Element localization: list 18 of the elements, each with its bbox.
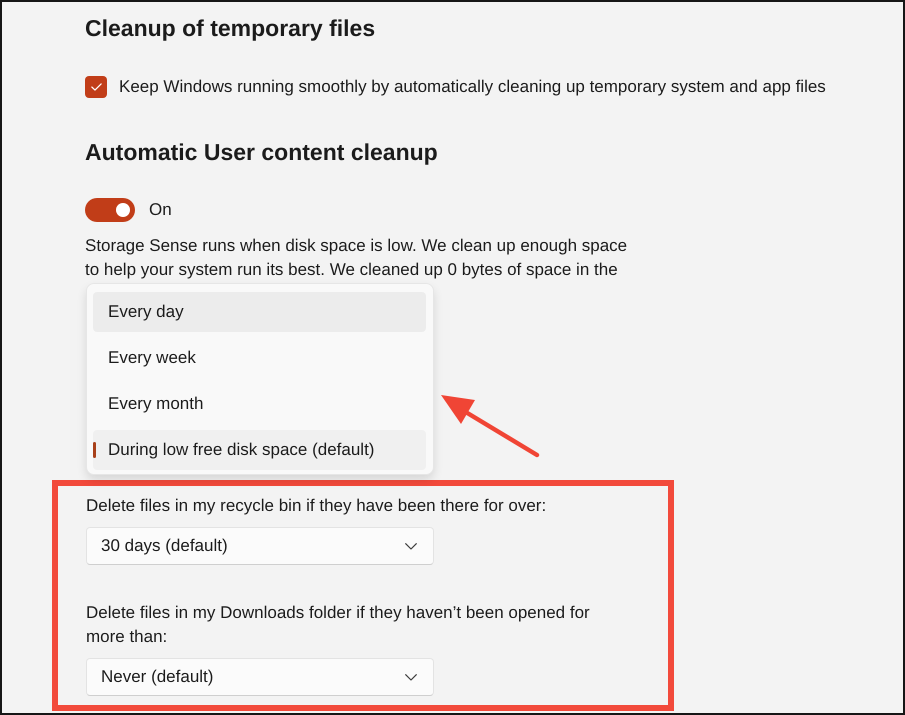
chevron-down-icon (405, 674, 417, 680)
menu-item[interactable]: Every week (93, 338, 426, 378)
toggle-label: On (149, 199, 172, 221)
checkbox[interactable] (85, 76, 107, 98)
menu-item[interactable]: Every month (93, 384, 426, 424)
section-heading: Cleanup of temporary files (85, 14, 376, 43)
description-text: Storage Sense runs when disk space is low. We clean up enough space to help your system run its best. We cleaned up 0 bytes of space in the (85, 235, 628, 281)
dropdown[interactable]: Never (default) (86, 658, 434, 696)
setting-label: Delete files in my recycle bin if they have been there for over: (86, 495, 546, 517)
section-heading: Automatic User content cleanup (85, 138, 438, 167)
menu-item[interactable]: Every day (93, 292, 426, 332)
checkmark-icon (90, 83, 102, 91)
menu-item[interactable]: During low free disk space (default) (93, 430, 426, 470)
chevron-down-icon (405, 542, 417, 550)
checkbox-label: Keep Windows running smoothly by automatically cleaning up temporary system and app files (119, 76, 826, 98)
setting-label: Delete files in my Downloads folder if they haven’t been opened for more than: (86, 602, 591, 648)
toggle-switch[interactable] (85, 198, 135, 222)
dropdown[interactable]: 30 days (default) (86, 527, 434, 565)
